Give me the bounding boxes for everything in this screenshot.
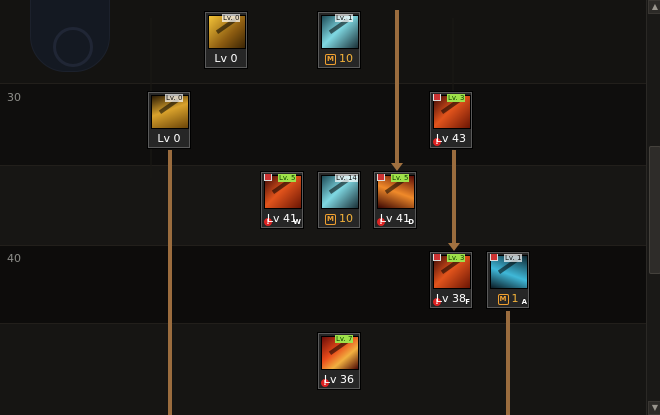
skill-slot[interactable]: Lv. 14 M 10 [318,172,360,228]
level-marker-30: 30 [7,91,21,104]
lock-icon [490,254,498,261]
skill-tag: Lv. 5 [278,174,297,182]
row-band [0,245,646,323]
skill-tag: Lv. 7 [335,335,354,343]
skill-slot[interactable]: Lv. 1 A M1 [487,252,529,308]
connector-line [452,150,456,244]
lock-icon [377,174,385,181]
skill-level-text: Lv 36 [323,373,355,386]
level-marker-40: 40 [7,252,21,265]
connector-line [168,150,172,415]
scrollbar-thumb[interactable] [649,146,660,274]
skill-slot[interactable]: Lv. 1 M 10 [318,12,360,68]
skill-level-text: Lv 43 [435,132,467,145]
skill-level-text: Lv 0 [214,52,238,65]
skill-level-text: Lv 41 [266,212,298,225]
connector-arrow [391,163,403,171]
skill-tag: Lv. 3 [447,94,466,102]
skill-tag: Lv. 14 [335,174,358,182]
skill-slot[interactable]: Lv. 5 ! W Lv 41 [261,172,303,228]
chevron-up-icon[interactable]: ▲ [648,0,660,14]
skill-level-text: Lv 41 [379,212,411,225]
skill-tag: Lv. 3 [447,254,466,262]
background-decoration [150,18,454,178]
vertical-scrollbar[interactable]: ▲ ▼ [646,0,660,415]
skill-tag: Lv. 1 [504,254,523,262]
skill-mastery-text: M 10 [319,52,359,65]
skill-level-text: Lv 0 [157,132,181,145]
connector-line [395,10,399,164]
lock-icon [433,94,441,101]
mastery-value: 10 [339,212,353,225]
lock-icon [433,254,441,261]
skill-tag: Lv. 0 [222,14,241,22]
skill-slot[interactable]: Lv. 7 ! Lv 36 [318,333,360,389]
skill-slot[interactable]: Lv. 3 ! Lv 43 [430,92,472,148]
row-divider [0,245,646,246]
mastery-value: 10 [339,52,353,65]
skill-tag: Lv. 5 [391,174,410,182]
mastery-icon: M [325,214,336,225]
skill-slot[interactable]: Lv. 0 Lv 0 [205,12,247,68]
row-divider [0,323,646,324]
connector-arrow [448,243,460,251]
mastery-icon: M [325,54,336,65]
skill-mastery-text: M 10 [319,212,359,225]
connector-line [506,311,510,415]
mastery-icon: M [497,294,509,305]
emblem-decoration [30,0,110,72]
skill-slot[interactable]: Lv. 3 ! F Lv 38 [430,252,472,308]
skill-tag: Lv. 0 [165,94,184,102]
skill-tag: Lv. 1 [335,14,354,22]
mastery-value: 1 [511,292,519,305]
skill-slot[interactable]: Lv. 0 Lv 0 [148,92,190,148]
skill-level-text: Lv 38 [435,292,467,305]
skill-mastery-text: M1 [488,292,528,305]
skill-slot[interactable]: Lv. 5 ! D Lv 41 [374,172,416,228]
skill-tree-panel: 30 40 Lv. 0 Lv 0 Lv. 1 M 10 Lv. 0 Lv 0 Lv… [0,0,646,415]
lock-icon [264,174,272,181]
chevron-down-icon[interactable]: ▼ [648,401,660,415]
